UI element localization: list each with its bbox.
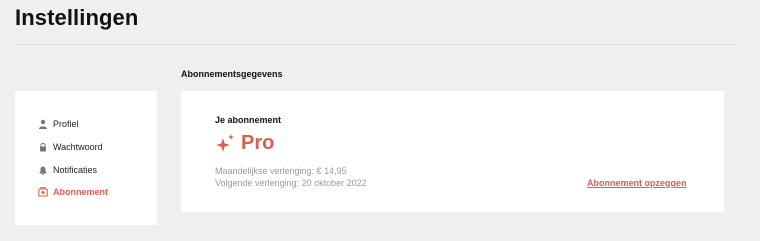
user-icon (37, 119, 48, 130)
sidebar-item-profiel[interactable]: Profiel (37, 117, 79, 131)
section-heading: Abonnementsgegevens (181, 69, 283, 79)
sidebar-item-notificaties[interactable]: Notificaties (37, 163, 97, 177)
settings-sidebar: Profiel Wachtwoord Notificaties Abonneme… (15, 91, 157, 225)
page-title: Instellingen (15, 5, 139, 30)
bell-icon (37, 165, 48, 176)
plan-badge: Pro (214, 132, 274, 155)
sidebar-item-label: Notificaties (53, 165, 98, 175)
monthly-renewal-text: Maandelijkse verlenging: € 14,95 (215, 166, 347, 176)
sidebar-item-wachtwoord[interactable]: Wachtwoord (37, 140, 103, 154)
plan-name: Pro (241, 132, 275, 154)
header-divider (15, 44, 738, 45)
sidebar-item-abonnement[interactable]: Abonnement (37, 185, 108, 199)
sidebar-item-label: Wachtwoord (53, 142, 103, 152)
subscription-icon (37, 187, 48, 198)
next-renewal-text: Volgende verlenging: 20 oktober 2022 (215, 178, 367, 188)
sparkle-icon (216, 133, 234, 152)
subscription-card: Je abonnement Pro Maandelijkse verlengin… (181, 91, 724, 212)
lock-icon (37, 142, 48, 153)
subscription-heading: Je abonnement (215, 115, 282, 125)
sidebar-item-label: Abonnement (53, 187, 108, 197)
cancel-subscription-link[interactable]: Abonnement opzeggen (587, 178, 687, 188)
sidebar-item-label: Profiel (53, 119, 79, 129)
